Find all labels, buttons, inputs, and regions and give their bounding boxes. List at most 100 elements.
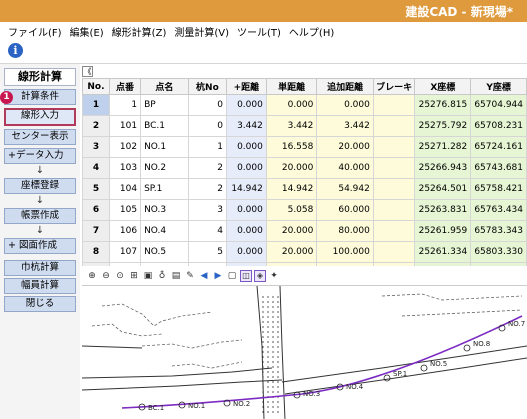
pen-icon[interactable]: ✎ bbox=[184, 270, 196, 282]
grid-cell[interactable]: 5 bbox=[82, 178, 110, 200]
info-icon[interactable]: i bbox=[8, 43, 23, 58]
grid-cell[interactable]: 60.000 bbox=[316, 199, 374, 221]
grid-cell[interactable]: NO.3 bbox=[140, 199, 189, 221]
select-icon[interactable]: ◫ bbox=[240, 270, 252, 282]
layer-icon[interactable]: ▣ bbox=[142, 270, 154, 282]
road-width-calc-button[interactable]: 幅員計算 bbox=[4, 278, 76, 294]
grid-cell[interactable]: 20.000 bbox=[265, 157, 318, 179]
window-icon[interactable]: ▢ bbox=[226, 270, 238, 282]
grid-cell[interactable]: BP bbox=[140, 94, 189, 116]
table-row[interactable]: 3 102 NO.1 1 0.000 16.558 20.000 25271.282 65724… bbox=[82, 136, 527, 158]
bulb-icon[interactable]: ♁ bbox=[156, 270, 168, 282]
grid-cell[interactable]: 0.000 bbox=[226, 136, 267, 158]
grid-cell[interactable]: 20.000 bbox=[316, 136, 374, 158]
grid-cell[interactable]: 16.558 bbox=[265, 136, 318, 158]
next-icon[interactable]: ▶ bbox=[212, 270, 224, 282]
grid-cell[interactable] bbox=[372, 178, 416, 200]
coordinate-register-button[interactable]: 座標登録 bbox=[4, 178, 76, 194]
grid-cell[interactable]: 105 bbox=[108, 199, 142, 221]
grid-cell[interactable]: 103 bbox=[108, 157, 142, 179]
grid-cell[interactable]: 106 bbox=[108, 220, 142, 242]
table-row[interactable]: 5 104 SP.1 2 14.942 14.942 54.942 25264.501 6575… bbox=[82, 178, 527, 200]
grid-cell[interactable]: 6.441 bbox=[226, 262, 267, 266]
zoom-fit-icon[interactable]: ⊙ bbox=[114, 270, 126, 282]
table-row[interactable]: 6 105 NO.3 3 0.000 5.058 60.000 25263.831 65763.… bbox=[82, 199, 527, 221]
menu-edit[interactable]: 編集(E) bbox=[70, 24, 104, 39]
grid-header[interactable]: Y座標 bbox=[470, 78, 527, 95]
note-icon[interactable]: ✦ bbox=[268, 270, 280, 282]
table-row[interactable]: 9108EC.156.4416.441106.44125261.39965809… bbox=[82, 262, 527, 266]
menu-file[interactable]: ファイル(F) bbox=[8, 24, 62, 39]
grid-cell[interactable]: 0.000 bbox=[226, 241, 267, 263]
grid-cell[interactable] bbox=[372, 262, 416, 266]
grid-cell[interactable]: 3 bbox=[82, 136, 110, 158]
grid-cell[interactable]: 2 bbox=[187, 157, 228, 179]
grid-cell[interactable]: 0.000 bbox=[226, 220, 267, 242]
grid-cell[interactable]: 5 bbox=[187, 241, 228, 263]
calc-conditions-button[interactable]: 計算条件 bbox=[4, 89, 76, 105]
drawing-create-button[interactable]: + 図面作成 bbox=[4, 238, 76, 254]
grid-cell[interactable]: 1 bbox=[187, 136, 228, 158]
grid-cell[interactable]: 3.442 bbox=[316, 115, 374, 137]
grid-cell[interactable]: 0.000 bbox=[226, 199, 267, 221]
grid-cell[interactable]: 25264.501 bbox=[414, 178, 472, 200]
grid-cell[interactable] bbox=[372, 241, 416, 263]
grid-cell[interactable]: EC.1 bbox=[140, 262, 189, 266]
grid-cell[interactable]: 8 bbox=[82, 241, 110, 263]
grid-cell[interactable]: 0 bbox=[187, 115, 228, 137]
grid-header[interactable]: X座標 bbox=[414, 78, 472, 95]
grid-header[interactable]: +距離 bbox=[226, 78, 267, 95]
table-row[interactable]: 4 103 NO.2 2 0.000 20.000 40.000 25266.943 65743… bbox=[82, 157, 527, 179]
grid-cell[interactable]: 40.000 bbox=[316, 157, 374, 179]
grid-cell[interactable]: 0.000 bbox=[226, 157, 267, 179]
grid-cell[interactable]: 1 bbox=[82, 94, 110, 116]
grid-cell[interactable] bbox=[372, 94, 416, 116]
table-row[interactable]: 2 101 BC.1 0 3.442 3.442 3.442 25275.792 65708.2… bbox=[82, 115, 527, 137]
grid-cell[interactable]: 104 bbox=[108, 178, 142, 200]
data-input-button[interactable]: +データ入力 bbox=[4, 148, 76, 164]
grid-cell[interactable]: 14.942 bbox=[226, 178, 267, 200]
grid-cell[interactable]: 25266.943 bbox=[414, 157, 472, 179]
grid-cell[interactable]: 6 bbox=[82, 199, 110, 221]
grid-cell[interactable]: 106.441 bbox=[316, 262, 374, 266]
grid-cell[interactable]: 4 bbox=[82, 157, 110, 179]
grid-cell[interactable]: NO.4 bbox=[140, 220, 189, 242]
grid-cell[interactable]: 25261.399 bbox=[414, 262, 472, 266]
grid-cell[interactable]: 102 bbox=[108, 136, 142, 158]
grid-cell[interactable]: SP.1 bbox=[140, 178, 189, 200]
grid-cell[interactable]: 65803.330 bbox=[470, 241, 527, 263]
print-icon[interactable]: ▤ bbox=[170, 270, 182, 282]
grid-cell[interactable]: 65704.944 bbox=[470, 94, 527, 116]
grid-cell[interactable]: 3.442 bbox=[226, 115, 267, 137]
grid-cell[interactable]: 100.000 bbox=[316, 241, 374, 263]
grid-cell[interactable]: 0.000 bbox=[316, 94, 374, 116]
table-row[interactable]: 8 107 NO.5 5 0.000 20.000 100.000 25261.334 6580… bbox=[82, 241, 527, 263]
grid-cell[interactable]: 65783.343 bbox=[470, 220, 527, 242]
grid-cell[interactable]: 20.000 bbox=[265, 220, 318, 242]
grid-header[interactable]: 杭No bbox=[187, 78, 228, 95]
grid-cell[interactable] bbox=[372, 199, 416, 221]
grid-cell[interactable] bbox=[372, 220, 416, 242]
zoom-window-icon[interactable]: ⊞ bbox=[128, 270, 140, 282]
grid-cell[interactable]: 25271.282 bbox=[414, 136, 472, 158]
grid-header[interactable]: ブレーキ bbox=[372, 78, 416, 95]
grid-cell[interactable]: 7 bbox=[82, 220, 110, 242]
grid-cell[interactable]: 108 bbox=[108, 262, 142, 266]
alignment-input-button[interactable]: 線形入力 bbox=[4, 108, 76, 126]
grid-cell[interactable]: 1 bbox=[108, 94, 142, 116]
grid-cell[interactable]: 6.441 bbox=[265, 262, 318, 266]
grid-cell[interactable]: 25261.334 bbox=[414, 241, 472, 263]
grid-header[interactable]: 単距離 bbox=[265, 78, 318, 95]
grid-cell[interactable] bbox=[372, 115, 416, 137]
center-display-button[interactable]: センター表示 bbox=[4, 129, 76, 145]
zoom-in-icon[interactable]: ⊕ bbox=[86, 270, 98, 282]
grid-cell[interactable]: 65758.421 bbox=[470, 178, 527, 200]
grid-header[interactable]: 点番 bbox=[108, 78, 142, 95]
map-view[interactable]: BC.1 NO.1 NO.2 NO.3 NO.4 SP.1 NO.5 NO.8 … bbox=[82, 285, 527, 419]
grid-cell[interactable]: 5 bbox=[187, 262, 228, 266]
grid-header[interactable]: No. bbox=[82, 78, 110, 95]
grid-cell[interactable]: 65743.681 bbox=[470, 157, 527, 179]
grid-cell[interactable]: 25261.959 bbox=[414, 220, 472, 242]
grid-cell[interactable]: 4 bbox=[187, 220, 228, 242]
grid-header[interactable]: 点名 bbox=[140, 78, 189, 95]
